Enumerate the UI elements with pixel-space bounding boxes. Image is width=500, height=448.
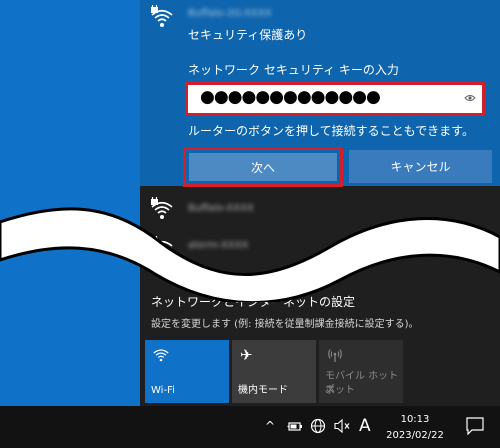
taskbar: ^ A 10:13 2023/02/22 — [0, 406, 500, 448]
password-mask: ●●●●●●●●●●●●● — [200, 87, 381, 107]
selected-network-panel: Buffalo-2G-XXXX セキュリティ保護あり ネットワーク セキュリティ… — [140, 0, 500, 187]
cancel-button[interactable]: キャンセル — [349, 150, 492, 183]
mobile-hotspot-icon — [328, 349, 342, 362]
ime-mode-indicator[interactable]: A — [359, 416, 371, 436]
globe-icon[interactable] — [310, 418, 326, 434]
selected-network-ssid: Buffalo-2G-XXXX — [188, 8, 272, 19]
router-button-hint: ルーターのボタンを押して接続することもできます。 — [188, 124, 474, 138]
security-status: セキュリティ保護あり — [188, 28, 308, 42]
secured-wifi-icon — [151, 5, 173, 27]
notification-icon[interactable] — [466, 417, 484, 435]
next-button-highlight: 次へ — [183, 147, 343, 187]
battery-icon[interactable] — [287, 421, 303, 432]
security-key-label: ネットワーク セキュリティ キーの入力 — [188, 63, 399, 77]
network-settings-description: 設定を変更します (例: 接続を従量制課金接続に設定する)。 — [151, 319, 419, 330]
wifi-tile-label: Wi-Fi — [151, 385, 175, 396]
wifi-icon — [153, 349, 169, 362]
speaker-muted-icon[interactable] — [334, 419, 352, 433]
chevron-up-icon[interactable]: ^ — [265, 419, 275, 433]
wifi-toggle-tile[interactable]: Wi-Fi — [145, 340, 229, 403]
airplane-mode-tile[interactable]: ✈ 機内モード — [232, 340, 316, 403]
clock[interactable]: 10:13 2023/02/22 — [384, 412, 446, 444]
clock-date: 2023/02/22 — [386, 430, 444, 441]
next-button[interactable]: 次へ — [189, 153, 337, 181]
security-key-input[interactable]: ●●●●●●●●●●●●● — [185, 82, 485, 116]
mobile-hotspot-tile[interactable]: モバイル ホットス ポット — [319, 340, 403, 403]
airplane-tile-label: 機内モード — [238, 385, 288, 396]
omission-wave-divider — [0, 207, 500, 302]
airplane-icon: ✈ — [240, 346, 253, 364]
clock-time: 10:13 — [400, 414, 430, 425]
mobile-hotspot-label-line2: ポット — [325, 385, 355, 396]
reveal-password-icon[interactable] — [464, 93, 476, 103]
